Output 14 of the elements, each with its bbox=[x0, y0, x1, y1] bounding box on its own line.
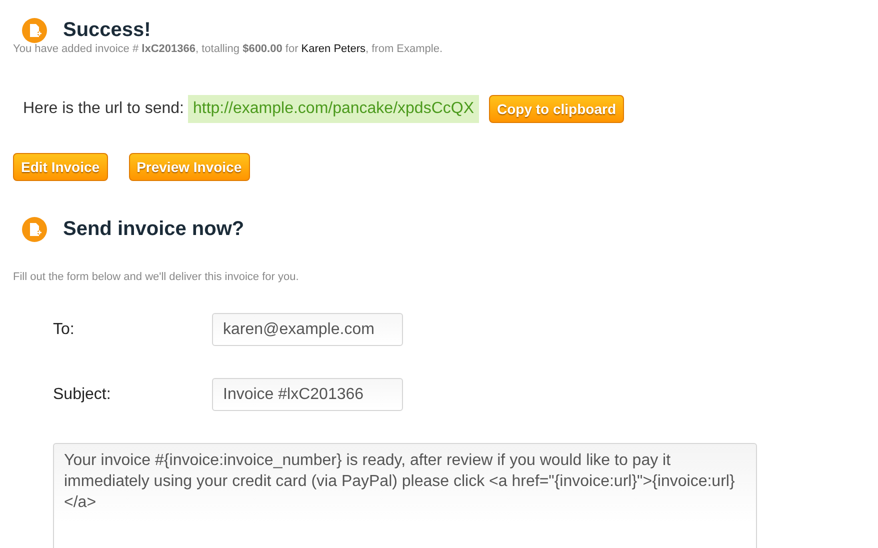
input-field[interactable]: Invoice #lxC201366 bbox=[212, 378, 403, 411]
intro-text: Fill out the form below and we'll deliver this invoice for you. bbox=[13, 271, 300, 283]
document-add-icon bbox=[22, 18, 47, 42]
section-title: Send invoice now? bbox=[63, 218, 244, 240]
invoice-url: http://example.com/pancake/xpdsCcQX bbox=[188, 95, 479, 123]
url-label: Here is the url to send: bbox=[23, 100, 184, 118]
document-add-icon bbox=[22, 216, 47, 242]
field-label: Subject: bbox=[53, 386, 112, 404]
field-label: To: bbox=[53, 320, 76, 338]
message-field[interactable]: Your invoice #{invoice:invoice_number} is ready, after review if you would like to pay it immediately using your credit card (via PayPal) please click <a href="{invoice:url}">{invoice:url}</a> bbox=[53, 443, 757, 548]
section-title: Success! bbox=[63, 18, 151, 42]
customer-link[interactable]: Karen Peters bbox=[301, 43, 366, 55]
input-field[interactable]: karen@example.com bbox=[212, 313, 403, 346]
summary-text: You have added invoice # lxC201366, totalling $600.00 for Karen Peters, from Example. bbox=[13, 43, 444, 55]
